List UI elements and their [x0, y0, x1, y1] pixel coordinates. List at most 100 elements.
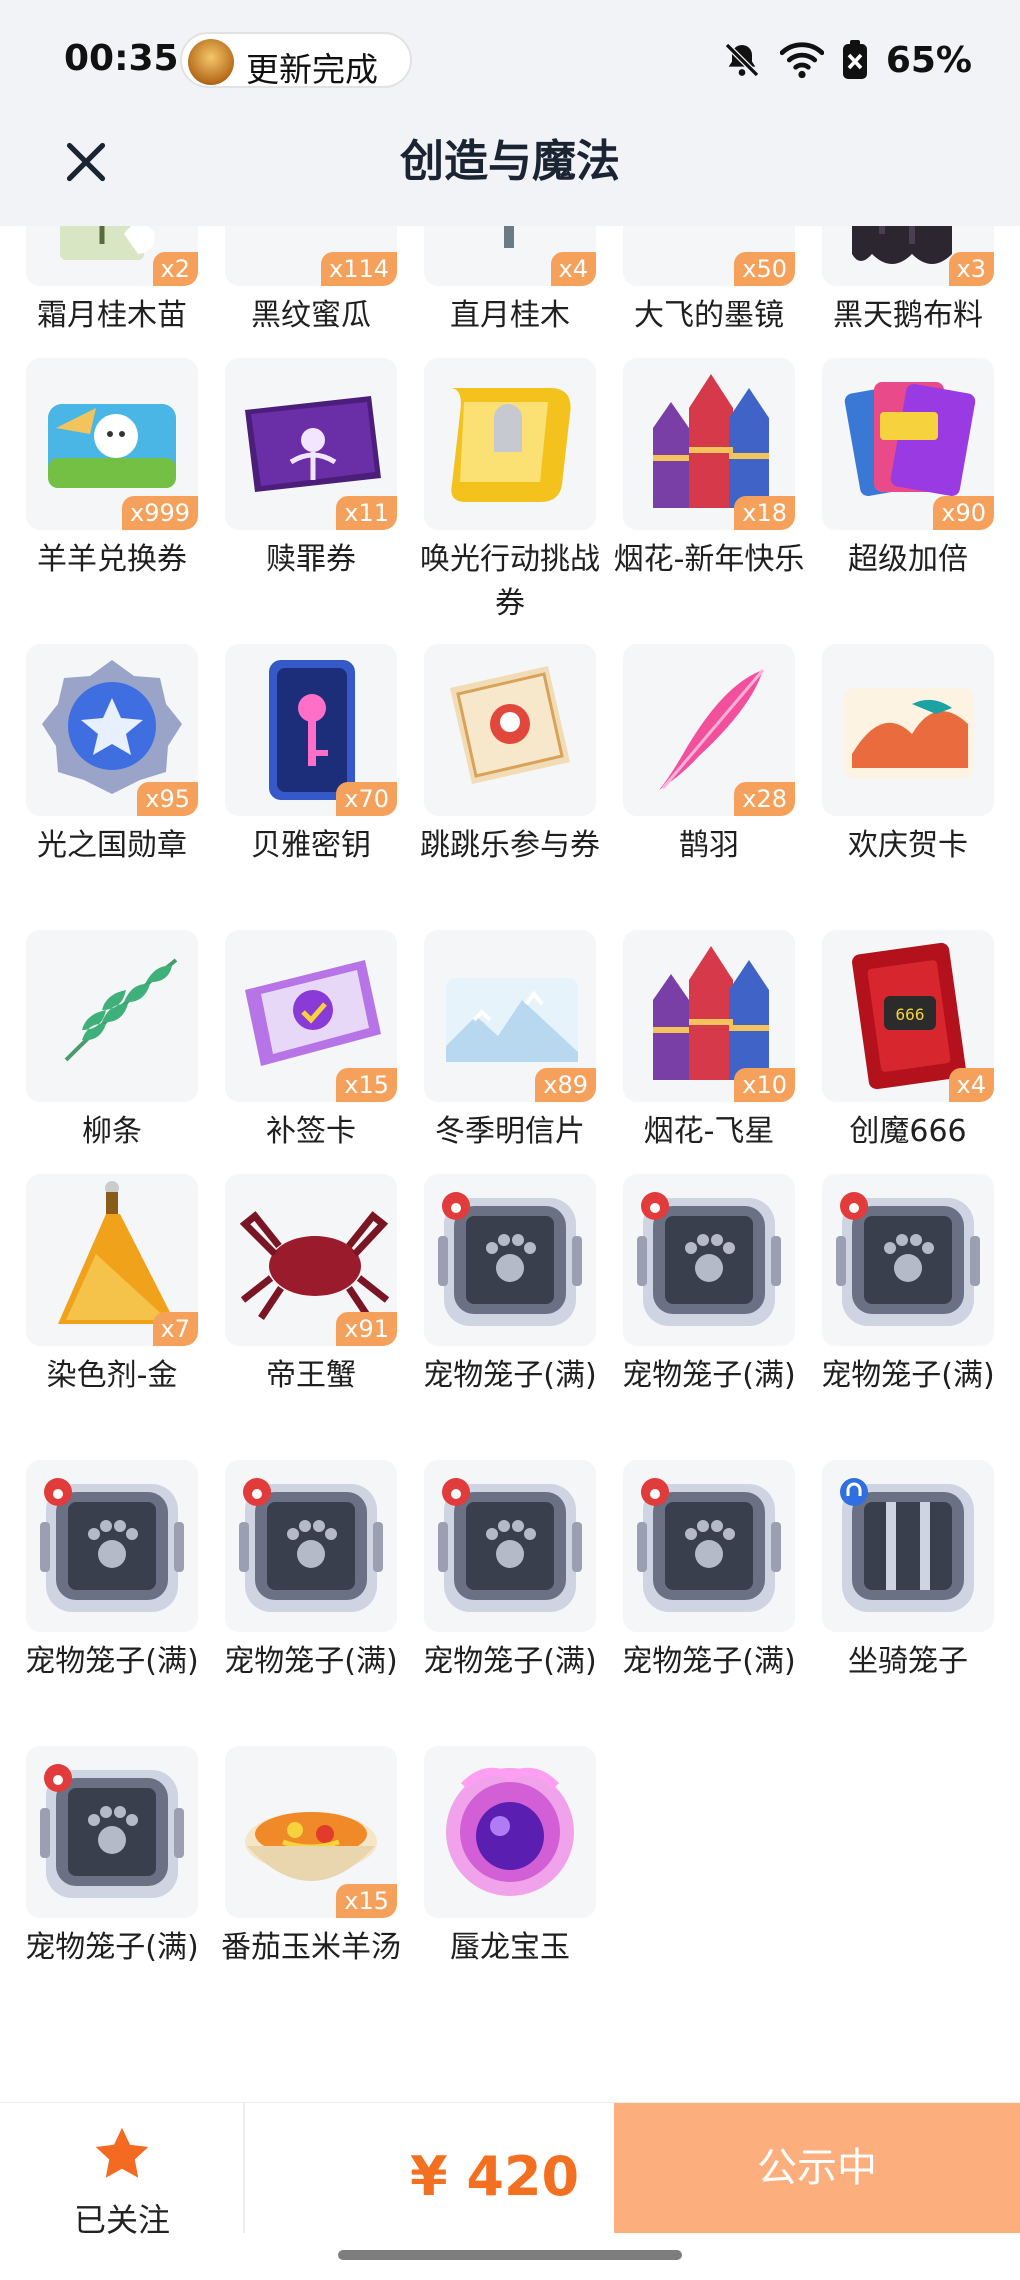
item-count-badge: x11	[336, 496, 397, 530]
item-thumbnail: x11	[225, 358, 397, 530]
item-name: 宠物笼子(满)	[423, 1358, 597, 1393]
pet-cage-icon	[40, 1478, 184, 1612]
item-card[interactable]: x15 补签卡	[225, 930, 397, 1174]
item-thumbnail	[26, 1460, 198, 1632]
home-indicator[interactable]	[338, 2250, 682, 2260]
item-name: 创魔666	[849, 1114, 967, 1149]
item-name: 帝王蟹	[266, 1358, 356, 1393]
item-card[interactable]: x15 番茄玉米羊汤	[221, 1746, 401, 2032]
item-count-badge: x95	[137, 782, 198, 816]
item-count-badge: x114	[320, 252, 397, 286]
item-card[interactable]: 宠物笼子(满)	[25, 1460, 199, 1746]
item-card[interactable]: x70 贝雅密钥	[225, 644, 397, 930]
item-card[interactable]: 宠物笼子(满)	[622, 1460, 796, 1746]
item-count-badge: x28	[734, 782, 795, 816]
item-count-badge: x90	[933, 496, 994, 530]
item-name: 烟花-新年快乐	[613, 542, 805, 577]
item-card[interactable]: 宠物笼子(满)	[423, 1460, 597, 1746]
item-name: 霜月桂木苗	[37, 298, 187, 333]
greeting-card-icon	[844, 688, 974, 778]
item-card[interactable]: x95 光之国勋章	[26, 644, 198, 930]
status-icons: 65%	[722, 36, 972, 84]
item-thumbnail: x89	[424, 930, 596, 1102]
item-count-badge: x89	[535, 1068, 596, 1102]
item-thumbnail: x15	[225, 930, 397, 1102]
item-card[interactable]: 宠物笼子(满)	[25, 1746, 199, 2032]
item-card[interactable]: 坐骑笼子	[822, 1460, 994, 1746]
item-thumbnail	[822, 644, 994, 816]
item-thumbnail: x95	[26, 644, 198, 816]
item-card[interactable]: 唤光行动挑战券	[420, 358, 600, 644]
battery-percent: 65%	[885, 39, 972, 81]
item-card[interactable]: 宠物笼子(满)	[821, 1174, 995, 1460]
item-card[interactable]: x91 帝王蟹	[225, 1174, 397, 1460]
svg-text:666: 666	[896, 1005, 925, 1024]
item-card[interactable]: 666 x4 创魔666	[822, 930, 994, 1174]
item-card[interactable]: x10 烟花-飞星	[623, 930, 795, 1174]
item-name: 宠物笼子(满)	[423, 1644, 597, 1679]
bell-off-icon	[724, 42, 759, 78]
item-card[interactable]: x3 黑天鹅布料	[822, 226, 994, 358]
item-name: 超级加倍	[848, 542, 968, 577]
notification-text: 更新完成	[246, 50, 378, 89]
item-card[interactable]: x4 直月桂木	[424, 226, 596, 358]
item-name: 蜃龙宝玉	[450, 1930, 570, 1965]
pet-cage-icon	[438, 1478, 582, 1612]
item-card[interactable]: x114 黑纹蜜瓜	[225, 226, 397, 358]
battery-saver-icon	[842, 40, 867, 79]
item-card[interactable]: x18 烟花-新年快乐	[614, 358, 804, 644]
item-thumbnail: x50	[623, 226, 795, 286]
item-card[interactable]: x89 冬季明信片	[424, 930, 596, 1174]
item-name: 宠物笼子(满)	[25, 1930, 199, 1965]
status-time: 00:35	[64, 38, 179, 79]
public-notice-button[interactable]: 公示中	[614, 2103, 1020, 2233]
willow-icon	[64, 958, 178, 1062]
item-name: 羊羊兑换券	[37, 542, 187, 577]
item-name: 宠物笼子(满)	[224, 1644, 398, 1679]
item-thumbnail	[623, 1174, 795, 1346]
item-thumbnail	[822, 1174, 994, 1346]
item-name: 补签卡	[266, 1114, 356, 1149]
item-card[interactable]: 蜃龙宝玉	[424, 1746, 596, 2032]
item-name: 黑天鹅布料	[833, 298, 983, 333]
item-grid-scroll[interactable]: x2 霜月桂木苗 x114 黑纹蜜瓜 x4 直月桂木 x50 大飞的墨镜 x3 黑天鹅布料 x999…	[0, 226, 1020, 2102]
item-thumbnail: 666 x4	[822, 930, 994, 1102]
item-card[interactable]: x999 羊羊兑换券	[26, 358, 198, 644]
item-count-badge: x18	[734, 496, 795, 530]
item-card[interactable]: x50 大飞的墨镜	[623, 226, 795, 358]
item-thumbnail: x15	[225, 1746, 397, 1918]
item-thumbnail: x90	[822, 358, 994, 530]
item-card[interactable]: x11 赎罪券	[225, 358, 397, 644]
item-card[interactable]: 柳条	[26, 930, 198, 1174]
item-thumbnail	[26, 930, 198, 1102]
item-name: 宠物笼子(满)	[25, 1644, 199, 1679]
item-card[interactable]: 宠物笼子(满)	[423, 1174, 597, 1460]
dragon-orb-icon	[446, 1767, 574, 1896]
item-name: 光之国勋章	[37, 828, 187, 863]
mount-cage-icon	[840, 1478, 974, 1612]
item-card[interactable]: 欢庆贺卡	[822, 644, 994, 930]
item-count-badge: x4	[550, 252, 596, 286]
item-card[interactable]: x2 霜月桂木苗	[26, 226, 198, 358]
pet-cage-icon	[637, 1478, 781, 1612]
item-thumbnail: x999	[26, 358, 198, 530]
item-grid: x2 霜月桂木苗 x114 黑纹蜜瓜 x4 直月桂木 x50 大飞的墨镜 x3 黑天鹅布料 x999…	[25, 226, 1006, 2032]
item-name: 冬季明信片	[435, 1114, 585, 1149]
item-card[interactable]: x28 鹊羽	[623, 644, 795, 930]
item-count-badge: x999	[121, 496, 198, 530]
item-name: 柳条	[82, 1114, 142, 1149]
item-card[interactable]: 宠物笼子(满)	[622, 1174, 796, 1460]
item-name: 黑纹蜜瓜	[251, 298, 371, 333]
item-card[interactable]: 宠物笼子(满)	[224, 1460, 398, 1746]
update-notification[interactable]: 更新完成	[180, 32, 412, 89]
item-count-badge: x70	[336, 782, 397, 816]
item-thumbnail	[623, 1460, 795, 1632]
item-card[interactable]: 跳跳乐参与券	[420, 644, 600, 930]
follow-button[interactable]: 已关注	[60, 2125, 184, 2245]
item-card[interactable]: x90 超级加倍	[822, 358, 994, 644]
item-thumbnail	[424, 358, 596, 530]
item-thumbnail: x10	[623, 930, 795, 1102]
item-card[interactable]: x7 染色剂-金	[26, 1174, 198, 1460]
pet-cage-icon	[40, 1764, 184, 1898]
item-thumbnail	[424, 1174, 596, 1346]
